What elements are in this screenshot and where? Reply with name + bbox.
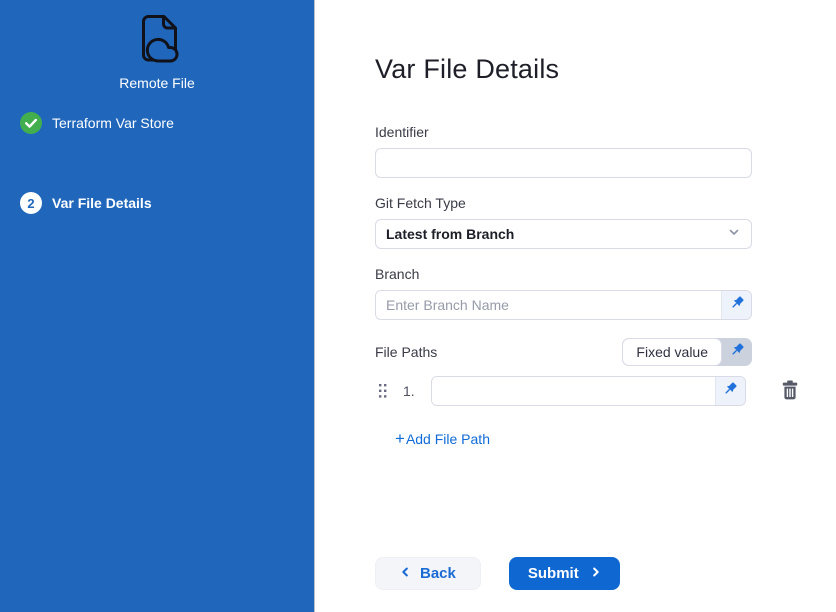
page-title: Var File Details — [375, 52, 836, 86]
add-file-path-button[interactable]: + Add File Path — [395, 431, 490, 447]
remote-file-icon — [132, 53, 182, 70]
pin-icon — [729, 295, 745, 316]
identifier-field-group: Identifier — [375, 124, 752, 178]
file-path-input[interactable] — [432, 377, 715, 405]
file-paths-multitype-button[interactable] — [722, 338, 752, 366]
var-file-form: Identifier Git Fetch Type Latest from Br… — [375, 124, 752, 590]
pin-icon — [729, 342, 745, 363]
back-button[interactable]: Back — [375, 557, 481, 590]
var-file-details-panel: Var File Details Identifier Git Fetch Ty… — [315, 0, 836, 612]
file-paths-header: File Paths Fixed value — [375, 338, 752, 366]
branch-input-shell — [375, 290, 752, 320]
file-paths-multitype-control: Fixed value — [622, 338, 752, 366]
chevron-left-icon — [400, 565, 411, 582]
step-label: Terraform Var Store — [52, 115, 174, 131]
submit-button-label: Submit — [528, 565, 579, 582]
trash-icon — [781, 380, 799, 403]
chevron-down-icon — [727, 225, 741, 244]
step-number: 2 — [20, 192, 42, 214]
git-fetch-type-select[interactable]: Latest from Branch — [375, 219, 752, 249]
delete-file-path-button[interactable] — [781, 380, 799, 403]
branch-field-group: Branch — [375, 266, 752, 320]
branch-multitype-button[interactable] — [721, 291, 751, 319]
identifier-label: Identifier — [375, 124, 752, 141]
check-circle-icon — [20, 112, 42, 134]
pin-icon — [722, 381, 738, 402]
add-file-path-label: Add File Path — [406, 431, 490, 447]
git-fetch-type-field-group: Git Fetch Type Latest from Branch — [375, 195, 752, 249]
file-path-row-index: 1. — [403, 383, 415, 399]
wizard-footer: Back Submit — [375, 557, 752, 590]
step-label: Var File Details — [52, 195, 152, 211]
branch-input[interactable] — [376, 291, 721, 319]
submit-button[interactable]: Submit — [509, 557, 620, 590]
branch-label: Branch — [375, 266, 752, 283]
file-paths-label: File Paths — [375, 344, 437, 361]
plus-icon: + — [395, 432, 405, 446]
file-path-multitype-button[interactable] — [715, 377, 745, 405]
back-button-label: Back — [420, 565, 456, 582]
step-number-badge: 2 — [20, 192, 42, 214]
git-fetch-type-label: Git Fetch Type — [375, 195, 752, 212]
step-type-header: Remote File — [0, 12, 314, 91]
sidebar-item-terraform-var-store[interactable]: Terraform Var Store — [0, 112, 314, 134]
step-type-label: Remote File — [0, 75, 314, 91]
identifier-input[interactable] — [375, 148, 752, 178]
chevron-right-icon — [590, 565, 601, 582]
file-path-row: 1. — [375, 376, 799, 406]
drag-handle-icon[interactable] — [378, 383, 388, 399]
sidebar-item-var-file-details[interactable]: 2 Var File Details — [0, 192, 314, 214]
wizard-sidebar: Remote File Terraform Var Store 2 Var Fi… — [0, 0, 315, 612]
git-fetch-type-value: Latest from Branch — [386, 226, 514, 242]
fixed-value-button[interactable]: Fixed value — [622, 338, 722, 366]
file-path-input-shell — [431, 376, 746, 406]
